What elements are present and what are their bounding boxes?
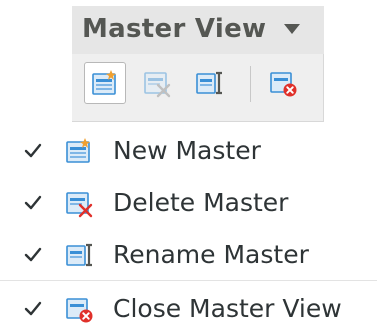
menu-item-rename-master[interactable]: Rename Master [0,232,377,278]
menu-item-delete-master[interactable]: Delete Master [0,180,377,226]
page: Master View New Master Delete Master Ren… [0,0,377,327]
toolbar-header[interactable]: Master View [72,6,324,54]
menu-item-label: Delete Master [113,188,289,217]
toolbar-customize-menu: New Master Delete Master Rename Master C… [0,124,377,327]
menu-item-label: Rename Master [113,240,309,269]
checkmark-icon [24,195,42,210]
rename-master-button[interactable] [188,62,230,104]
master-view-toolbar: Master View [72,6,324,122]
toolbar-buttons [72,58,324,116]
menu-item-label: New Master [113,136,261,165]
delete-master-button[interactable] [136,62,178,104]
menu-item-new-master[interactable]: New Master [0,128,377,174]
toolbar-separator [250,66,251,102]
delete-master-icon [66,192,93,218]
menu-item-label: Close Master View [113,294,342,323]
rename-master-icon [196,71,222,95]
close-master-view-button[interactable] [262,62,304,104]
close-master-view-icon [270,72,297,97]
checkmark-icon [24,143,42,158]
new-master-icon [92,70,116,95]
triangle-down-icon[interactable] [284,24,300,34]
toolbar-title: Master View [82,14,267,44]
new-master-icon [66,138,90,163]
menu-separator [0,280,377,281]
checkmark-icon [24,301,42,316]
menu-item-close-master-view[interactable]: Close Master View [0,286,377,327]
checkmark-icon [24,247,42,262]
delete-master-icon [144,72,171,98]
rename-master-icon [66,243,92,267]
close-master-view-icon [66,298,93,323]
new-master-button[interactable] [84,62,126,104]
